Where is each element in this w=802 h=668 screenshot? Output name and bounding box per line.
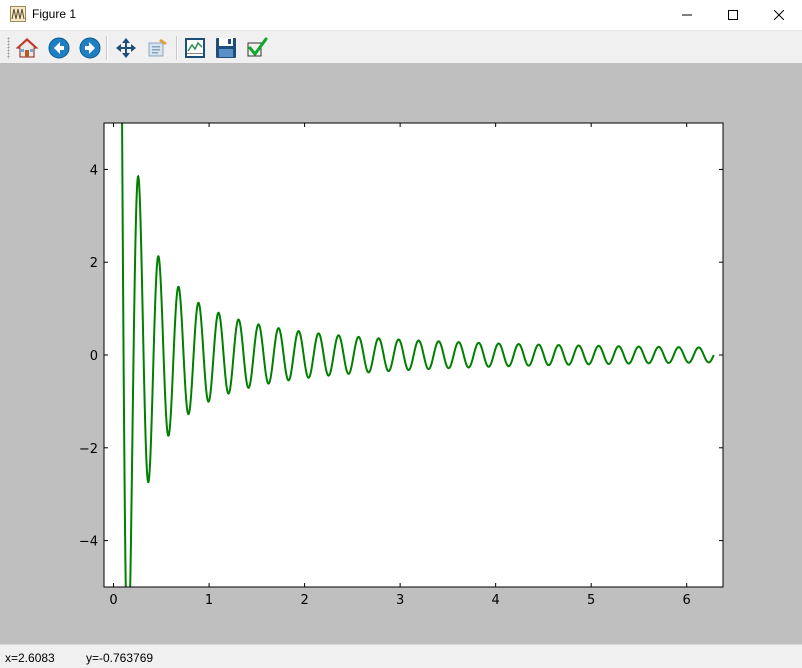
navigation-toolbar — [0, 30, 802, 63]
window-title: Figure 1 — [32, 7, 77, 21]
forward-arrow-icon — [79, 37, 101, 59]
minimize-button[interactable] — [664, 0, 710, 30]
subplots-button[interactable] — [182, 35, 208, 61]
x-tick-label: 5 — [587, 593, 595, 608]
toolbar-separator — [106, 36, 108, 60]
cursor-x-readout: x=2.6083 — [5, 651, 55, 665]
close-button[interactable] — [756, 0, 802, 30]
x-tick-label: 0 — [109, 593, 117, 608]
x-tick-label: 4 — [492, 593, 500, 608]
toolbar-separator — [176, 36, 178, 60]
figure-canvas[interactable]: 0 1 2 3 4 5 6 −4 −2 0 2 4 — [0, 63, 802, 644]
back-arrow-icon — [48, 37, 70, 59]
plot-svg[interactable]: 0 1 2 3 4 5 6 −4 −2 0 2 4 — [0, 63, 802, 644]
save-disk-icon — [216, 38, 236, 58]
toolbar-grip[interactable] — [7, 37, 10, 59]
edit-curves-button[interactable] — [244, 35, 270, 61]
save-button[interactable] — [213, 35, 239, 61]
x-tick-label: 3 — [396, 593, 404, 608]
home-button[interactable] — [14, 35, 40, 61]
y-tick-label: −4 — [79, 535, 98, 550]
x-tick-label: 6 — [683, 593, 691, 608]
x-tick-label: 2 — [300, 593, 308, 608]
y-tick-label: −2 — [79, 442, 98, 457]
title-bar: Figure 1 — [0, 0, 802, 30]
pan-move-icon — [116, 38, 136, 58]
subplots-icon — [185, 38, 205, 58]
y-tick-label: 2 — [90, 256, 98, 271]
checkmark-icon — [247, 37, 268, 57]
minimize-icon — [682, 14, 692, 16]
matplotlib-app-icon — [10, 6, 26, 22]
status-bar: x=2.6083 y=-0.763769 — [0, 644, 802, 668]
cursor-y-readout: y=-0.763769 — [86, 651, 154, 665]
y-tick-label: 4 — [90, 163, 98, 178]
back-button[interactable] — [46, 35, 72, 61]
pan-button[interactable] — [113, 35, 139, 61]
zoom-button[interactable] — [145, 35, 171, 61]
home-icon — [16, 38, 38, 58]
maximize-icon — [728, 10, 738, 20]
zoom-rect-icon — [148, 39, 167, 57]
forward-button[interactable] — [77, 35, 103, 61]
figure-window: Figure 1 0 1 2 3 4 5 6 −4 −2 0 2 4 x=2.6… — [0, 0, 802, 668]
maximize-button[interactable] — [710, 0, 756, 30]
x-tick-label: 1 — [205, 593, 213, 608]
y-tick-label: 0 — [90, 349, 98, 364]
close-icon — [774, 10, 784, 20]
